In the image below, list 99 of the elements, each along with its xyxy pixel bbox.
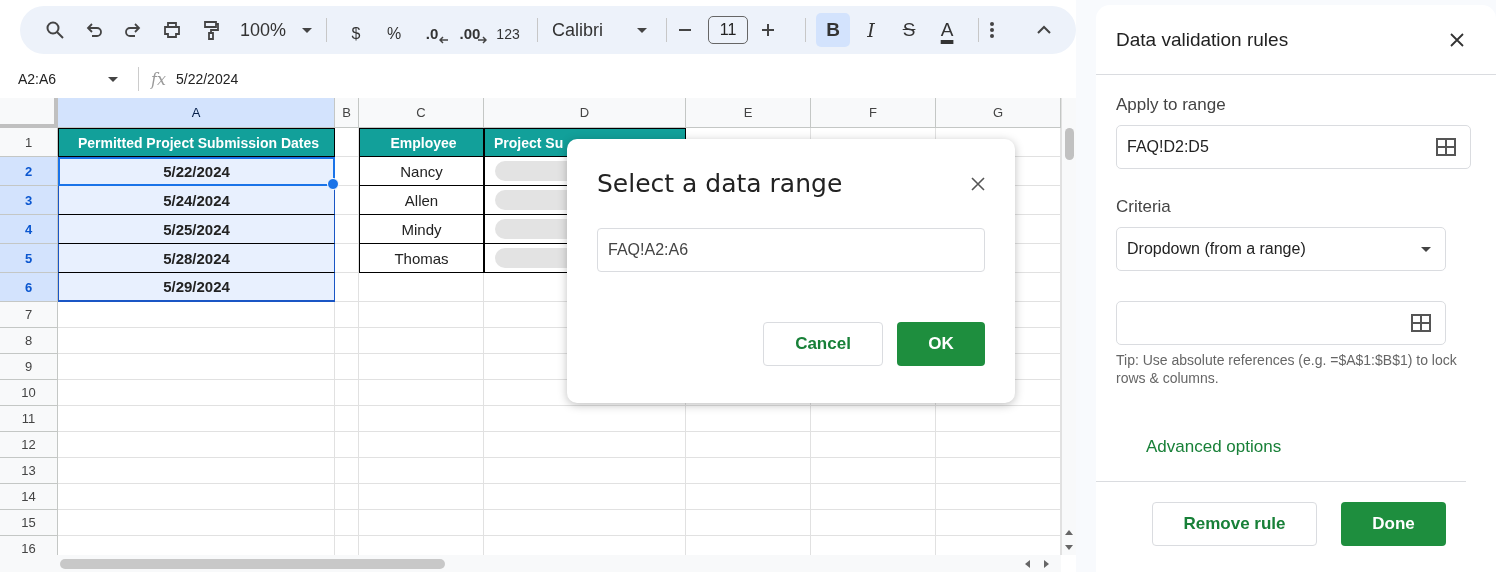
name-box[interactable]: A2:A6	[0, 71, 126, 87]
table-cell: Mindy	[359, 215, 484, 244]
done-button[interactable]: Done	[1341, 502, 1446, 546]
table-cell: 5/29/2024	[58, 273, 335, 302]
grid-icon[interactable]	[1411, 314, 1431, 332]
table-cell: Thomas	[359, 244, 484, 273]
table-cell	[335, 186, 359, 215]
row-header[interactable]: 12	[0, 432, 58, 458]
table-cell	[335, 510, 359, 536]
table-cell	[335, 273, 359, 302]
caret-icon	[108, 76, 118, 82]
scroll-down-icon[interactable]	[1065, 545, 1073, 550]
scroll-up-icon[interactable]	[1065, 530, 1073, 535]
row-header[interactable]: 7	[0, 302, 58, 328]
style-button[interactable]: B	[816, 13, 851, 47]
search-icon[interactable]	[45, 20, 65, 40]
table-cell	[335, 215, 359, 244]
cancel-button[interactable]: Cancel	[763, 322, 883, 366]
row-header[interactable]: 8	[0, 328, 58, 354]
format-button[interactable]: %	[375, 16, 414, 44]
font-dropdown[interactable]: Calibri	[548, 19, 657, 41]
range-field[interactable]	[1116, 301, 1446, 345]
fill-handle[interactable]	[327, 178, 339, 190]
table-cell	[335, 244, 359, 273]
caret-icon	[1421, 246, 1431, 252]
style-button[interactable]: S	[892, 13, 927, 47]
format-button[interactable]: 123	[489, 16, 528, 44]
table-cell	[335, 484, 359, 510]
header-cell: Permitted Project Submission Dates	[58, 128, 335, 157]
table-cell: 5/25/2024	[58, 215, 335, 244]
remove-rule-button[interactable]: Remove rule	[1152, 502, 1317, 546]
row-header[interactable]: 10	[0, 380, 58, 406]
range-input[interactable]: FAQ!A2:A6	[597, 228, 985, 272]
paint-roller-icon[interactable]	[201, 20, 221, 40]
caret-icon	[637, 27, 648, 33]
format-button[interactable]: .0	[413, 16, 452, 44]
table-cell: 5/28/2024	[58, 244, 335, 273]
row-header[interactable]: 16	[0, 536, 58, 555]
caret-icon	[302, 27, 313, 33]
scrollbar-thumb[interactable]	[60, 558, 445, 569]
redo-icon[interactable]	[123, 20, 143, 40]
table-cell	[335, 432, 359, 458]
advanced-options-link[interactable]: Advanced options	[1146, 437, 1282, 457]
close-icon[interactable]	[971, 176, 985, 191]
row-header[interactable]: 3	[0, 186, 58, 215]
style-button[interactable]: A	[930, 13, 965, 47]
panel-title: Data validation rules	[1116, 28, 1289, 51]
column-header[interactable]: F	[811, 98, 936, 128]
column-header[interactable]: A	[58, 98, 335, 128]
field-label: Criteria	[1116, 197, 1171, 217]
column-header[interactable]: G	[936, 98, 1061, 128]
grid-icon[interactable]	[1436, 138, 1456, 156]
row-header[interactable]: 15	[0, 510, 58, 536]
row-header[interactable]: 4	[0, 215, 58, 244]
zoom-dropdown[interactable]: 100%	[236, 19, 317, 41]
criteria-dropdown[interactable]: Dropdown (from a range)	[1116, 227, 1446, 271]
tip-text: Tip: Use absolute references (e.g. =$A$1:$B$1) to lock rows & columns.	[1116, 351, 1458, 387]
close-icon[interactable]	[1450, 32, 1464, 47]
row-header[interactable]: 13	[0, 458, 58, 484]
range-field[interactable]: FAQ!D2:D5	[1116, 125, 1471, 169]
table-cell: 5/24/2024	[58, 186, 335, 215]
table-cell	[335, 328, 359, 354]
plus-icon[interactable]	[760, 22, 777, 38]
ok-button[interactable]: OK	[897, 322, 985, 366]
table-cell: Allen	[359, 186, 484, 215]
row-header[interactable]: 6	[0, 273, 58, 302]
table-cell: Nancy	[359, 157, 484, 186]
fx-label: fx	[151, 69, 166, 89]
table-cell	[335, 406, 359, 432]
column-header[interactable]: C	[359, 98, 484, 128]
row-header[interactable]: 11	[0, 406, 58, 432]
column-header[interactable]: E	[686, 98, 811, 128]
column-header[interactable]: D	[484, 98, 686, 128]
table-cell	[335, 380, 359, 406]
arrow-left-icon	[439, 36, 450, 44]
more-icon[interactable]	[989, 21, 996, 39]
style-button[interactable]: I	[854, 13, 889, 47]
scroll-left-icon[interactable]	[1025, 559, 1030, 568]
header-cell: Employee	[359, 128, 484, 157]
scroll-right-icon[interactable]	[1044, 559, 1049, 568]
dialog-title: Select a data range	[597, 169, 843, 198]
chevron-up-icon[interactable]	[1036, 25, 1052, 35]
scrollbar-thumb[interactable]	[1064, 128, 1074, 160]
row-header[interactable]: 9	[0, 354, 58, 380]
row-header[interactable]: 2	[0, 157, 58, 186]
row-header[interactable]: 5	[0, 244, 58, 273]
field-label: Apply to range	[1116, 95, 1226, 115]
formula-field[interactable]: 5/22/2024	[175, 71, 239, 87]
format-button[interactable]: .00	[451, 16, 490, 44]
table-cell	[335, 354, 359, 380]
row-header[interactable]: 1	[0, 128, 58, 157]
undo-icon[interactable]	[84, 20, 104, 40]
format-button[interactable]: $	[337, 16, 376, 44]
column-header[interactable]: B	[335, 98, 359, 128]
print-icon[interactable]	[162, 20, 182, 40]
row-header[interactable]: 14	[0, 484, 58, 510]
table-cell	[335, 458, 359, 484]
table-cell	[335, 302, 359, 328]
font-size-field[interactable]: 11	[708, 16, 749, 44]
